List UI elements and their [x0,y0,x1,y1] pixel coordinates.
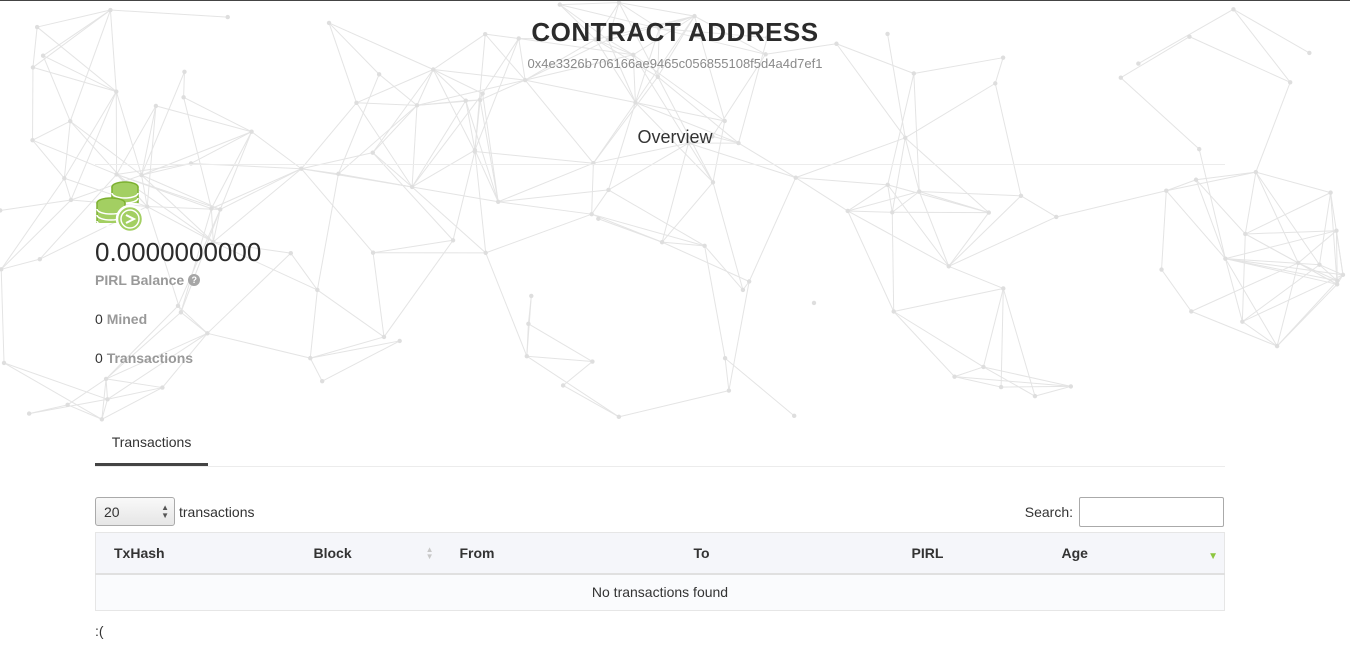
sort-icon: ▲ ▼ [425,545,434,561]
column-header-to[interactable]: To [675,532,894,575]
transactions-count: 0 [95,350,103,366]
sort-desc-icon: ▼ [1208,551,1218,562]
column-header-label: TxHash [114,544,165,561]
empty-message: No transactions found [95,573,1225,611]
column-header-block[interactable]: Block ▲ ▼ [295,532,442,575]
mined-stat: 0 Mined [95,311,147,327]
footer-note: :( [95,623,104,639]
tab-transactions[interactable]: Transactions [95,421,208,466]
page: CONTRACT ADDRESS 0x4e3326b706166ae9465c0… [0,1,1350,669]
search-control: Search: [1025,497,1224,527]
overview-divider [95,164,1225,165]
help-icon[interactable]: ? [188,274,201,286]
contract-address: 0x4e3326b706166ae9465c056855108f5d4a4d7e… [527,56,823,71]
table-header-row: TxHash Block ▲ ▼ From To PIRL Age ▼ [95,532,1225,575]
page-length-select[interactable]: 20 ▲ ▼ [95,497,175,526]
transactions-stat: 0 Transactions [95,350,193,366]
search-label: Search: [1024,504,1073,520]
balance-label-text: PIRL Balance [95,272,185,288]
column-header-label: To [693,544,710,561]
column-header-label: Block [313,544,352,561]
balance-value: 0.0000000000 [95,237,262,267]
tab-bar: Transactions [95,421,1225,467]
transactions-table: TxHash Block ▲ ▼ From To PIRL Age ▼ No tran… [95,532,1225,611]
mined-label: Mined [106,311,148,327]
table-row-empty: No transactions found [95,573,1225,611]
page-title: CONTRACT ADDRESS [531,17,819,47]
column-header-txhash[interactable]: TxHash [95,532,296,575]
column-header-pirl[interactable]: PIRL [893,532,1044,575]
balance-label: PIRL Balance ? [95,272,201,288]
column-header-label: From [459,544,495,561]
column-header-label: Age [1061,544,1088,561]
column-header-from[interactable]: From [441,532,676,575]
search-input[interactable] [1079,497,1224,527]
transactions-label: Transactions [106,350,194,366]
mined-count: 0 [95,311,103,327]
column-header-label: PIRL [911,544,944,561]
page-length-label: transactions [179,503,255,520]
page-length-control: 20 ▲ ▼ transactions [95,497,254,526]
coins-icon [96,181,145,234]
column-header-age[interactable]: Age ▼ [1043,532,1225,575]
overview-heading: Overview [637,127,713,147]
select-arrows-icon: ▲ ▼ [161,503,169,520]
page-length-value: 20 [104,504,120,520]
